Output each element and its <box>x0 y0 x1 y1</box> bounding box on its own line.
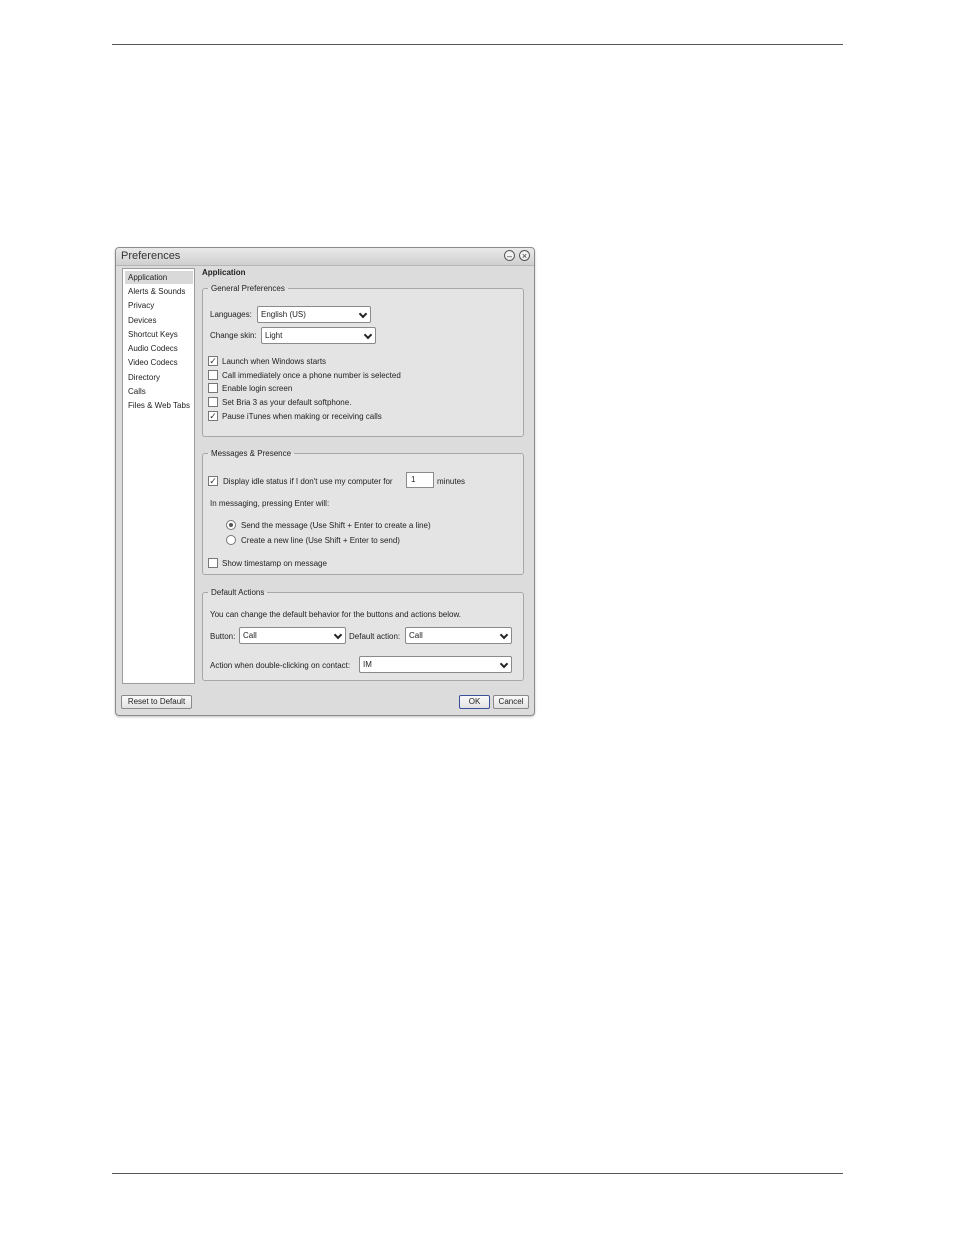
chevron-down-icon <box>499 630 509 640</box>
minimize-icon[interactable]: – <box>504 250 515 261</box>
skin-label: Change skin: <box>210 331 257 340</box>
button-select[interactable]: Call <box>239 627 346 644</box>
sidebar-item-files-web-tabs[interactable]: Files & Web Tabs <box>125 399 193 412</box>
login-screen-label: Enable login screen <box>222 384 293 393</box>
chevron-down-icon <box>333 630 343 640</box>
ok-button[interactable]: OK <box>459 695 490 709</box>
double-click-label: Action when double-clicking on contact: <box>210 661 351 670</box>
default-softphone-label: Set Bria 3 as your default softphone. <box>222 398 352 407</box>
sidebar-item-alerts-sounds[interactable]: Alerts & Sounds <box>125 285 193 298</box>
close-icon[interactable]: × <box>519 250 530 261</box>
sidebar-item-calls[interactable]: Calls <box>125 385 193 398</box>
idle-status-label: Display idle status if I don't use my co… <box>223 477 393 486</box>
languages-select-value: English (US) <box>261 310 306 319</box>
page-header-rule <box>112 44 843 45</box>
button-select-value: Call <box>243 631 257 640</box>
sidebar-item-application[interactable]: Application <box>125 271 193 284</box>
send-message-radio[interactable] <box>226 520 236 530</box>
general-preferences-legend: General Preferences <box>211 284 285 293</box>
idle-minutes-unit: minutes <box>437 477 466 486</box>
idle-minutes-input[interactable]: 1 <box>406 472 434 488</box>
default-softphone-checkbox[interactable] <box>208 397 218 407</box>
idle-status-checkbox[interactable]: ✓ <box>208 476 218 486</box>
show-timestamp-checkbox[interactable] <box>208 558 218 568</box>
sidebar-item-shortcut-keys[interactable]: Shortcut Keys <box>125 328 193 341</box>
page-footer-rule <box>112 1173 843 1174</box>
messages-presence-group: Messages & Presence ✓ Display idle statu… <box>202 449 524 575</box>
send-message-label: Send the message (Use Shift + Enter to c… <box>241 521 431 530</box>
title-bar[interactable]: Preferences – × <box>116 248 534 266</box>
call-immediately-label: Call immediately once a phone number is … <box>222 371 401 380</box>
section-title: Application <box>202 268 246 277</box>
default-actions-description: You can change the default behavior for … <box>210 610 461 619</box>
default-actions-group: Default Actions You can change the defau… <box>202 588 524 681</box>
launch-on-start-checkbox[interactable]: ✓ <box>208 356 218 366</box>
chevron-down-icon <box>499 659 509 669</box>
skin-select[interactable]: Light <box>261 327 376 344</box>
messages-presence-legend: Messages & Presence <box>211 449 292 458</box>
window-title: Preferences <box>121 250 181 262</box>
show-timestamp-label: Show timestamp on message <box>222 559 327 568</box>
double-click-select-value: IM <box>363 660 372 669</box>
default-action-select-value: Call <box>409 631 423 640</box>
languages-select[interactable]: English (US) <box>257 306 371 323</box>
launch-on-start-label: Launch when Windows starts <box>222 357 327 366</box>
default-action-label: Default action: <box>349 632 401 641</box>
preferences-nav-list: Application Alerts & Sounds Privacy Devi… <box>122 268 195 684</box>
double-click-select[interactable]: IM <box>359 656 512 673</box>
call-immediately-checkbox[interactable] <box>208 370 218 380</box>
cancel-button[interactable]: Cancel <box>493 695 529 709</box>
preferences-dialog: Preferences – × Application Alerts & Sou… <box>115 247 535 716</box>
default-actions-legend: Default Actions <box>211 588 265 597</box>
pause-itunes-checkbox[interactable]: ✓ <box>208 411 218 421</box>
sidebar-item-audio-codecs[interactable]: Audio Codecs <box>125 342 193 355</box>
general-preferences-group: General Preferences Languages: English (… <box>202 284 524 437</box>
chevron-down-icon <box>358 309 368 319</box>
chevron-down-icon <box>363 330 373 340</box>
button-label: Button: <box>210 632 236 641</box>
enter-behavior-label: In messaging, pressing Enter will: <box>210 499 330 508</box>
sidebar-item-devices[interactable]: Devices <box>125 314 193 327</box>
sidebar-item-directory[interactable]: Directory <box>125 371 193 384</box>
default-action-select[interactable]: Call <box>405 627 512 644</box>
skin-select-value: Light <box>265 331 283 340</box>
sidebar-item-video-codecs[interactable]: Video Codecs <box>125 356 193 369</box>
new-line-label: Create a new line (Use Shift + Enter to … <box>241 536 400 545</box>
reset-to-default-button[interactable]: Reset to Default <box>121 695 192 709</box>
languages-label: Languages: <box>210 310 252 319</box>
login-screen-checkbox[interactable] <box>208 383 218 393</box>
sidebar-item-privacy[interactable]: Privacy <box>125 299 193 312</box>
pause-itunes-label: Pause iTunes when making or receiving ca… <box>222 412 382 421</box>
new-line-radio[interactable] <box>226 535 236 545</box>
